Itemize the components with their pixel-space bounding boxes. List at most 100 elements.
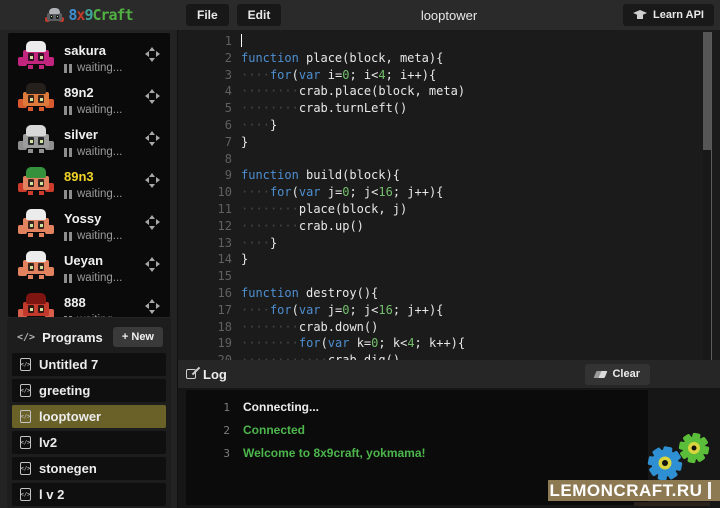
code-line: 4········crab.place(block, meta)	[178, 83, 720, 100]
eraser-icon	[594, 371, 608, 378]
program-item-selected[interactable]: looptower	[12, 405, 166, 428]
pause-icon	[64, 106, 72, 115]
menu-edit-button[interactable]: Edit	[237, 4, 282, 26]
code-line: 10····for(var j=0; j<16; j++){	[178, 184, 720, 201]
move-icon[interactable]	[145, 173, 160, 188]
clear-log-button[interactable]: Clear	[585, 364, 650, 385]
log-header: Log Clear	[178, 360, 720, 388]
player-row[interactable]: 89n2 waiting...	[8, 81, 170, 123]
player-name: 89n3	[64, 169, 94, 184]
player-row[interactable]: Yossy waiting...	[8, 207, 170, 249]
program-label: stonegen	[39, 461, 97, 476]
log-entry: 2Connected	[186, 419, 648, 442]
player-name: sakura	[64, 43, 106, 58]
player-row[interactable]: sakura waiting...	[8, 39, 170, 81]
player-row[interactable]: silver waiting...	[8, 123, 170, 165]
file-icon	[20, 436, 31, 449]
new-program-button[interactable]: + New	[113, 327, 163, 347]
code-lines: 12function place(block, meta){3····for(v…	[178, 30, 720, 360]
programs-panel: </> Programs + New Untitled 7 greeting l…	[7, 318, 171, 508]
player-name: Yossy	[64, 211, 101, 226]
graduation-cap-icon	[633, 10, 647, 20]
file-icon	[20, 462, 31, 475]
move-icon[interactable]	[145, 215, 160, 230]
write-icon	[186, 369, 196, 379]
file-icon	[20, 358, 31, 371]
move-icon[interactable]	[145, 257, 160, 272]
code-line: 5········crab.turnLeft()	[178, 100, 720, 117]
crab-avatar	[18, 41, 54, 69]
player-row[interactable]: Ueyan waiting...	[8, 249, 170, 291]
player-name: 888	[64, 295, 86, 310]
brand-text: 8x9Craft	[68, 6, 132, 24]
code-line: 8	[178, 151, 720, 168]
pause-icon	[64, 274, 72, 283]
app-logo: 8x9Craft	[0, 0, 178, 30]
code-line: 18········crab.down()	[178, 319, 720, 336]
code-editor[interactable]: 12function place(block, meta){3····for(v…	[178, 30, 720, 360]
sidebar: sakura waiting... 89n2 waiting... silver	[0, 30, 178, 508]
move-icon[interactable]	[145, 131, 160, 146]
text-cursor	[241, 34, 242, 47]
player-status: waiting...	[64, 104, 122, 116]
code-line: 17····for(var j=0; j<16; j++){	[178, 302, 720, 319]
code-line: 11········place(block, j)	[178, 201, 720, 218]
code-line: 13····}	[178, 235, 720, 252]
program-label: greeting	[39, 383, 90, 398]
log-panel: Log Clear 1Connecting... 2Connected 3Wel…	[178, 360, 720, 508]
player-name: Ueyan	[64, 253, 103, 268]
crab-avatar	[18, 209, 54, 237]
scrollbar-thumb[interactable]	[703, 32, 711, 150]
crab-logo-icon	[45, 8, 64, 23]
menu-bar: File Edit looptower Learn API	[178, 0, 720, 30]
file-icon	[20, 488, 31, 501]
move-icon[interactable]	[145, 89, 160, 104]
code-line: 7}	[178, 134, 720, 151]
program-item[interactable]: l v 2	[12, 483, 166, 506]
learn-api-button[interactable]: Learn API	[623, 4, 714, 26]
log-entry: 3Welcome to 8x9craft, yokmama!	[186, 442, 648, 465]
code-line: 2function place(block, meta){	[178, 50, 720, 67]
player-status: waiting...	[64, 272, 122, 284]
code-line: 15	[178, 268, 720, 285]
code-line: 1	[178, 33, 720, 50]
code-line: 16function destroy(){	[178, 285, 720, 302]
player-status: waiting...	[64, 62, 122, 74]
code-line: 3····for(var i=0; i<4; i++){	[178, 67, 720, 84]
file-icon	[20, 410, 31, 423]
code-line: 14}	[178, 251, 720, 268]
player-row[interactable]: 888 waiting...	[8, 291, 170, 317]
player-status: waiting...	[64, 146, 122, 158]
player-name: silver	[64, 127, 98, 142]
player-row[interactable]: 89n3 waiting...	[8, 165, 170, 207]
program-label: Untitled 7	[39, 357, 98, 372]
pause-icon	[64, 232, 72, 241]
log-entry: 1Connecting...	[186, 396, 648, 419]
code-line: 20············crab.dig()	[178, 352, 720, 360]
crab-avatar	[18, 251, 54, 279]
program-item[interactable]: stonegen	[12, 457, 166, 480]
pause-icon	[64, 148, 72, 157]
player-status: waiting...	[64, 188, 122, 200]
code-line: 9function build(block){	[178, 167, 720, 184]
players-panel: sakura waiting... 89n2 waiting... silver	[8, 33, 170, 317]
program-item[interactable]: lv2	[12, 431, 166, 454]
player-status: waiting...	[64, 314, 122, 317]
program-label: looptower	[39, 409, 101, 424]
programs-title: Programs	[42, 330, 113, 345]
program-item[interactable]: Untitled 7	[12, 353, 166, 376]
editor-scrollbar[interactable]	[703, 32, 712, 360]
program-item[interactable]: greeting	[12, 379, 166, 402]
program-label: l v 2	[39, 487, 64, 502]
menu-file-button[interactable]: File	[186, 4, 229, 26]
player-name: 89n2	[64, 85, 94, 100]
move-icon[interactable]	[145, 299, 160, 314]
pause-icon	[64, 316, 72, 318]
player-status: waiting...	[64, 230, 122, 242]
move-icon[interactable]	[145, 47, 160, 62]
log-title: Log	[203, 367, 585, 382]
code-line: 19········for(var k=0; k<4; k++){	[178, 335, 720, 352]
programs-header: </> Programs + New	[12, 324, 166, 350]
code-line: 6····}	[178, 117, 720, 134]
code-icon: </>	[17, 332, 35, 343]
